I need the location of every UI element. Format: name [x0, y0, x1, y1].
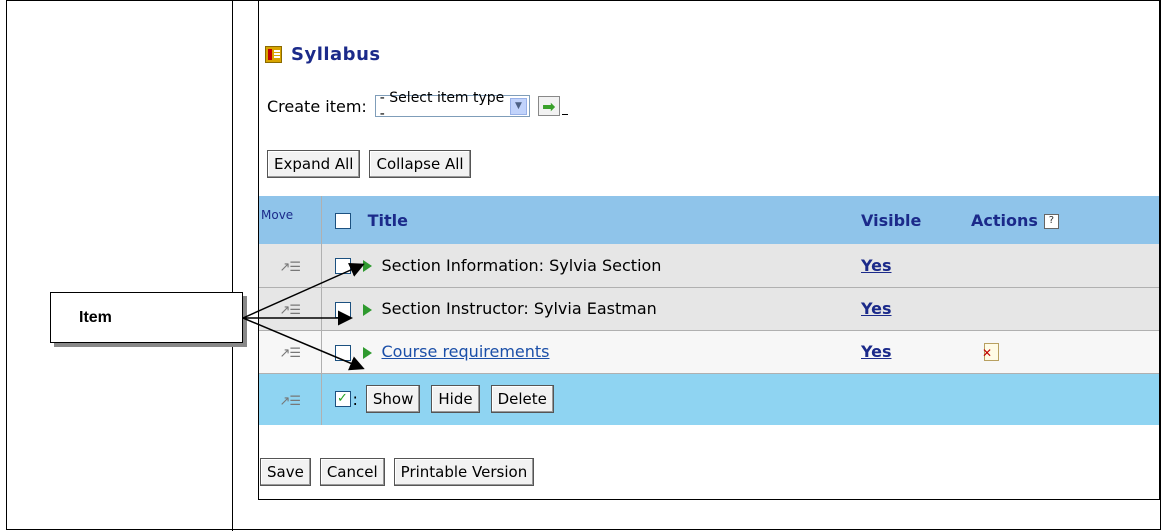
callout-arrow-3 — [242, 317, 365, 371]
callout-arrow-1 — [242, 263, 365, 319]
callout-arrows — [242, 263, 365, 371]
